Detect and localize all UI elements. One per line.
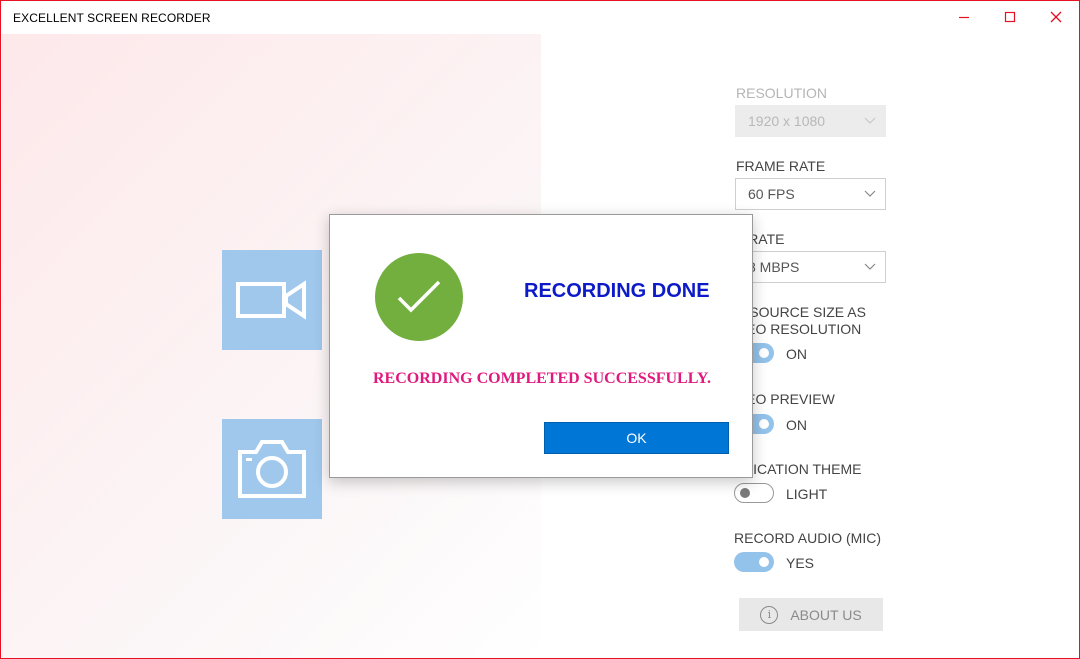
toggle-knob	[759, 419, 769, 429]
frame-rate-select[interactable]: 60 FPS	[735, 178, 886, 210]
minimize-icon	[959, 16, 969, 19]
record-audio-toggle[interactable]	[734, 552, 774, 572]
bit-rate-select[interactable]: 8 MBPS	[735, 251, 886, 283]
about-us-button[interactable]: i ABOUT US	[739, 598, 883, 631]
resolution-select[interactable]: 1920 x 1080	[735, 105, 886, 137]
resolution-value: 1920 x 1080	[748, 113, 826, 129]
record-video-button[interactable]	[222, 250, 322, 350]
record-audio-label: RECORD AUDIO (MIC)	[734, 530, 881, 546]
about-us-label: ABOUT US	[790, 606, 862, 623]
toggle-knob	[759, 557, 769, 567]
chevron-down-icon	[864, 263, 876, 270]
minimize-button[interactable]	[941, 1, 987, 33]
chevron-down-icon	[864, 190, 876, 197]
maximize-button[interactable]	[987, 1, 1033, 33]
ok-button-label: OK	[626, 430, 647, 446]
app-theme-value: LIGHT	[786, 486, 828, 502]
success-check-icon	[375, 253, 463, 341]
frame-rate-value: 60 FPS	[748, 186, 795, 202]
bit-rate-value: 8 MBPS	[748, 259, 800, 275]
app-title: EXCELLENT SCREEN RECORDER	[13, 11, 211, 25]
close-button[interactable]	[1033, 1, 1079, 33]
video-camera-icon	[236, 280, 306, 320]
record-audio-value: YES	[786, 555, 815, 571]
chevron-down-icon	[864, 117, 876, 124]
info-icon: i	[760, 605, 779, 624]
app-window: EXCELLENT SCREEN RECORDER RESOLUTION 192…	[0, 0, 1080, 659]
screenshot-button[interactable]	[222, 419, 322, 519]
source-size-label-line1: E SOURCE SIZE AS	[736, 304, 866, 320]
checkmark-icon	[397, 280, 441, 313]
video-preview-value: ON	[786, 417, 807, 433]
title-bar[interactable]: EXCELLENT SCREEN RECORDER	[1, 1, 1079, 34]
app-theme-label: PLICATION THEME	[736, 461, 862, 477]
camera-icon	[238, 440, 306, 498]
resolution-label: RESOLUTION	[736, 85, 828, 101]
dialog-message: RECORDING COMPLETED SUCCESSFULLY.	[373, 370, 711, 387]
toggle-knob	[740, 488, 750, 498]
close-icon	[1050, 11, 1062, 23]
dialog-title: RECORDING DONE	[524, 280, 710, 302]
source-size-value: ON	[786, 346, 807, 362]
ok-button[interactable]: OK	[544, 422, 729, 454]
source-size-label-line2: DEO RESOLUTION	[736, 321, 862, 337]
maximize-icon	[1004, 11, 1016, 23]
frame-rate-label: FRAME RATE	[736, 158, 826, 174]
recording-done-dialog: RECORDING DONE RECORDING COMPLETED SUCCE…	[329, 214, 753, 478]
app-theme-toggle[interactable]	[734, 483, 774, 503]
toggle-knob	[759, 348, 769, 358]
